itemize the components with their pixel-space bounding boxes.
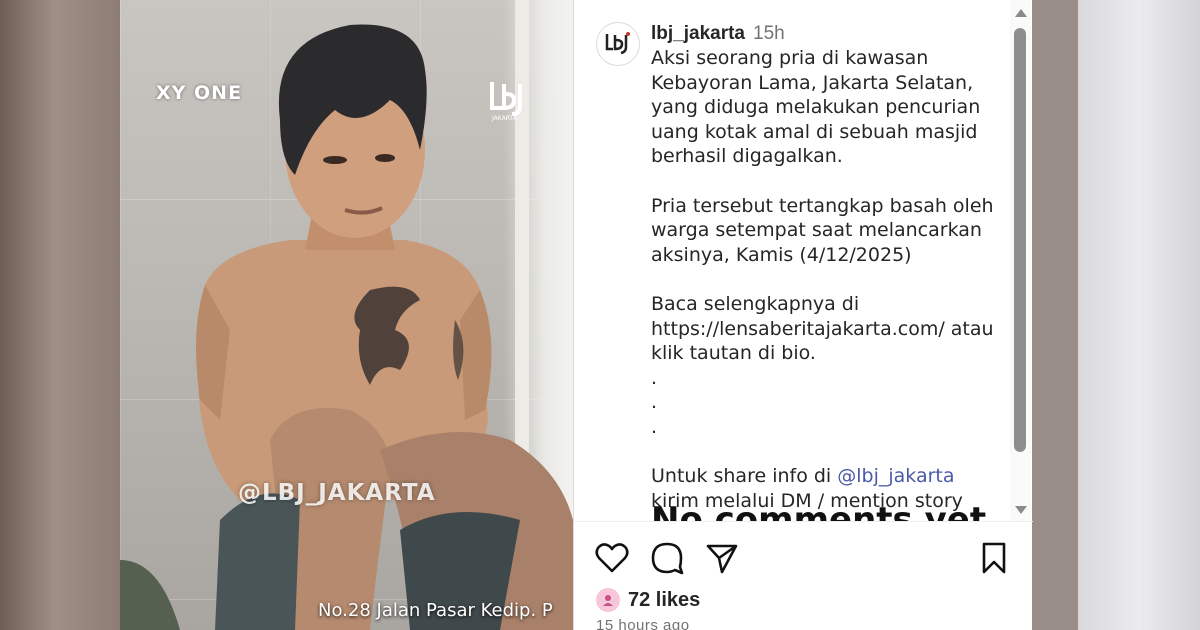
username-link[interactable]: lbj_jakarta	[651, 23, 745, 44]
share-icon[interactable]	[704, 540, 740, 576]
caption-scroll-area[interactable]: lbj_jakarta 15h Aksi seorang pria di kawa…	[574, 0, 1033, 521]
lbj-logo-watermark: JAKARTA	[490, 82, 522, 122]
right-blurred-background	[1078, 0, 1200, 630]
bookmark-icon[interactable]	[976, 540, 1012, 576]
liker-avatar-icon	[603, 595, 613, 606]
lbj-logo-icon	[605, 32, 630, 55]
profile-avatar[interactable]	[596, 22, 640, 66]
scroll-up-arrow-icon[interactable]	[1015, 9, 1027, 17]
comment-icon[interactable]	[649, 540, 685, 576]
post-panel: lbj_jakarta 15h Aksi seorang pria di kawa…	[573, 0, 1033, 630]
location-caption: No.28 Jalan Pasar Kedip. P	[318, 600, 553, 621]
xyone-watermark: XY ONE	[156, 82, 243, 104]
logo-subtext: JAKARTA	[491, 115, 518, 122]
post-header: lbj_jakarta 15h	[651, 22, 785, 46]
caption-paragraph-2: Pria tersebut tertangkap basah oleh warg…	[651, 194, 994, 266]
caption-paragraph-1: Aksi seorang pria di kawasan Kebayoran L…	[651, 47, 981, 168]
post-caption: Aksi seorang pria di kawasan Kebayoran L…	[651, 46, 1001, 513]
mention-link[interactable]: @lbj_jakarta	[837, 465, 954, 487]
scroll-down-arrow-icon[interactable]	[1015, 506, 1027, 514]
scrollbar[interactable]	[1010, 0, 1031, 521]
handle-watermark: @LBJ_JAKARTA	[238, 480, 436, 506]
likes-row[interactable]: 72 likes	[596, 588, 700, 612]
share-prefix: Untuk share info di	[651, 465, 838, 488]
post-photo: XY ONE JAKARTA @LBJ_JAKARTA No.28 Jalan …	[120, 0, 573, 630]
no-comments-heading: No comments yet.	[651, 500, 1000, 521]
liker-avatar	[596, 588, 620, 612]
post-time[interactable]: 15h	[753, 23, 785, 44]
caption-dots: . . .	[651, 366, 658, 438]
scrollbar-thumb[interactable]	[1014, 28, 1026, 452]
caption-paragraph-3: Baca selengkapnya di https://lensaberita…	[651, 292, 994, 365]
heart-icon[interactable]	[594, 540, 630, 576]
likes-count[interactable]: 72 likes	[628, 589, 700, 612]
posted-ago[interactable]: 15 hours ago	[596, 617, 690, 630]
left-blurred-background	[0, 0, 120, 630]
action-bar: 72 likes 15 hours ago	[574, 522, 1033, 630]
